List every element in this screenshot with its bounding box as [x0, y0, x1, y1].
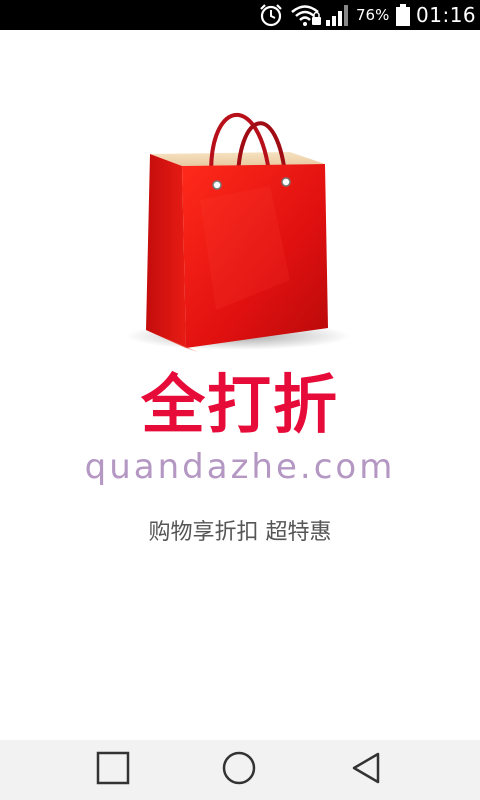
- navigation-bar: [0, 740, 480, 800]
- back-button[interactable]: [336, 750, 396, 790]
- signal-icon: [325, 3, 353, 31]
- status-bar: 76% 01:16: [0, 0, 480, 30]
- home-icon: [221, 750, 257, 790]
- recent-apps-icon: [95, 750, 131, 790]
- wifi-icon: [290, 3, 322, 31]
- app-name: 全打折: [141, 369, 339, 443]
- alarm-icon: [258, 3, 284, 31]
- shopping-bag-icon: [120, 90, 360, 360]
- home-button[interactable]: [209, 750, 269, 790]
- app-domain: quandazhe.com: [84, 447, 396, 487]
- recent-apps-button[interactable]: [83, 750, 143, 790]
- status-clock: 01:16: [416, 3, 477, 27]
- battery-icon: [395, 3, 411, 31]
- tagline: 购物享折扣 超特惠: [148, 520, 332, 545]
- battery-percent: 76%: [356, 6, 390, 24]
- back-icon: [348, 750, 384, 790]
